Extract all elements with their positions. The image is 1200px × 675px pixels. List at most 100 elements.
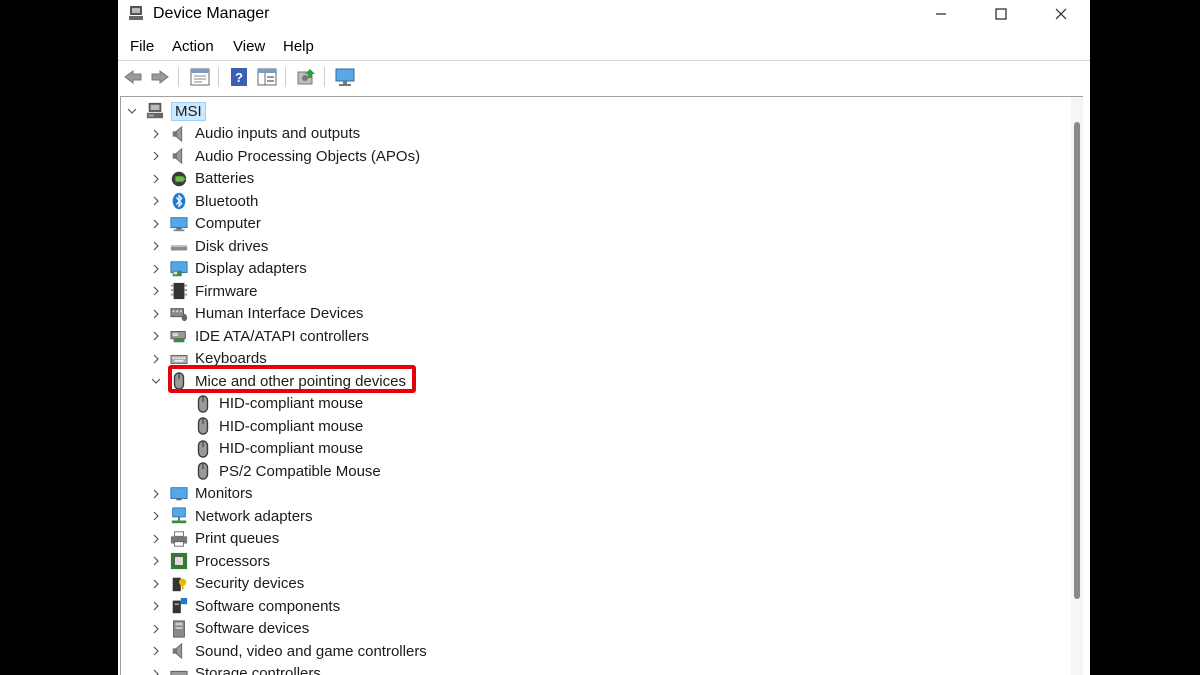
tree-category-batteries-label: Batteries — [195, 170, 255, 187]
tree-category-network-adapters-label: Network adapters — [195, 507, 313, 525]
tree-category-sound-video-and-game-controllers[interactable]: Sound, video and game controllers — [149, 640, 427, 662]
properties-button[interactable] — [189, 66, 211, 88]
chevron-right-icon[interactable] — [149, 577, 163, 591]
chevron-right-icon[interactable] — [149, 172, 163, 186]
chevron-right-icon[interactable] — [149, 329, 163, 343]
chevron-right-icon[interactable] — [149, 262, 163, 276]
minimize-button[interactable] — [918, 0, 964, 28]
tree-category-software-components[interactable]: Software components — [149, 595, 340, 617]
tree-category-monitors[interactable]: Monitors — [149, 483, 253, 505]
chevron-down-icon[interactable] — [149, 374, 163, 388]
tree-device-item[interactable]: HID-compliant mouse — [173, 438, 363, 460]
forward-button[interactable] — [149, 66, 171, 88]
chevron-right-icon[interactable] — [149, 599, 163, 613]
hid-icon — [169, 304, 189, 324]
tree-category-ide-ata-atapi-controllers[interactable]: IDE ATA/ATAPI controllers — [149, 325, 369, 347]
tree-category-storage-controllers[interactable]: Storage controllers — [149, 663, 321, 675]
mouse-icon — [193, 461, 213, 481]
device-manager-app-icon — [129, 6, 143, 20]
menu-action[interactable]: Action — [172, 38, 214, 55]
tree-category-human-interface-devices[interactable]: Human Interface Devices — [149, 303, 363, 325]
tree-category-software-devices[interactable]: Software devices — [149, 618, 309, 640]
tree-category-disk-drives[interactable]: Disk drives — [149, 235, 268, 257]
storage-controller-icon — [169, 664, 189, 675]
maximize-icon — [995, 8, 1007, 20]
mouse-icon — [193, 394, 213, 414]
tree-category-processors[interactable]: Processors — [149, 550, 270, 572]
mouse-icon — [193, 416, 213, 436]
chevron-right-icon[interactable] — [149, 644, 163, 658]
toolbar: ? — [118, 60, 1090, 93]
menu-bar: File Action View Help — [118, 34, 1090, 58]
chevron-right-icon[interactable] — [149, 532, 163, 546]
menu-file[interactable]: File — [130, 38, 154, 55]
tree-category-audio-processing-objects-apos[interactable]: Audio Processing Objects (APOs) — [149, 145, 420, 167]
device-manager-window: Device Manager File Action View Help ? M… — [118, 0, 1090, 675]
close-button[interactable] — [1038, 0, 1084, 28]
chevron-right-icon[interactable] — [149, 307, 163, 321]
speaker-icon — [169, 146, 189, 166]
chevron-right-icon[interactable] — [149, 509, 163, 523]
vertical-scrollbar[interactable] — [1071, 97, 1083, 675]
chevron-right-icon[interactable] — [149, 284, 163, 298]
forward-icon — [151, 70, 169, 84]
tree-root-msi-label: MSI — [171, 101, 206, 121]
svg-text:?: ? — [235, 70, 243, 85]
back-button[interactable] — [122, 66, 144, 88]
properties-icon — [190, 68, 210, 86]
scrollbar-thumb[interactable] — [1074, 122, 1080, 599]
menu-help[interactable]: Help — [283, 38, 314, 55]
tree-category-display-adapters-label: Display adapters — [195, 260, 307, 277]
tree-category-print-queues-label: Print queues — [195, 530, 280, 547]
speaker-icon — [169, 124, 189, 144]
back-icon — [124, 70, 142, 84]
tree-category-display-adapters[interactable]: Display adapters — [149, 258, 307, 280]
chevron-right-icon[interactable] — [149, 622, 163, 636]
tree-category-bluetooth[interactable]: Bluetooth — [149, 190, 258, 212]
update-driver-icon — [297, 69, 315, 85]
tree-category-computer[interactable]: Computer — [149, 213, 261, 235]
show-hide-console-tree-button[interactable] — [256, 66, 278, 88]
tree-category-security-devices-label: Security devices — [195, 575, 305, 592]
chevron-right-icon[interactable] — [149, 554, 163, 568]
firmware-icon — [169, 281, 189, 301]
tree-category-batteries[interactable]: Batteries — [149, 168, 254, 190]
chevron-right-icon[interactable] — [149, 487, 163, 501]
device-tree-panel: MSI Audio inputs and outputs Audio Process… — [120, 96, 1083, 675]
tree-device-item[interactable]: HID-compliant mouse — [173, 415, 363, 437]
tree-root-msi[interactable]: MSI — [125, 100, 206, 122]
tree-category-firmware[interactable]: Firmware — [149, 280, 258, 302]
chevron-right-icon[interactable] — [149, 217, 163, 231]
tree-device-item[interactable]: PS/2 Compatible Mouse — [173, 460, 381, 482]
ide-controller-icon — [169, 326, 189, 346]
chevron-right-icon[interactable] — [149, 667, 163, 675]
mouse-icon — [193, 439, 213, 459]
tree-category-print-queues[interactable]: Print queues — [149, 528, 279, 550]
show-hide-console-tree-icon — [257, 68, 277, 86]
chevron-right-icon[interactable] — [149, 239, 163, 253]
tree-category-security-devices[interactable]: Security devices — [149, 573, 304, 595]
minimize-icon — [936, 13, 946, 15]
tree-device-item[interactable]: HID-compliant mouse — [173, 393, 363, 415]
menu-view[interactable]: View — [233, 38, 265, 55]
help-button[interactable]: ? — [228, 66, 250, 88]
monitor-icon — [169, 484, 189, 504]
maximize-button[interactable] — [978, 0, 1024, 28]
chevron-right-icon[interactable] — [149, 352, 163, 366]
tree-category-audio-inputs-and-outputs[interactable]: Audio inputs and outputs — [149, 123, 360, 145]
scan-hardware-button[interactable] — [334, 66, 356, 88]
tree-category-processors-label: Processors — [195, 552, 271, 570]
chevron-down-icon[interactable] — [125, 104, 139, 118]
chevron-right-icon[interactable] — [149, 149, 163, 163]
update-driver-button[interactable] — [295, 66, 317, 88]
window-title: Device Manager — [153, 5, 270, 22]
tree-device-item-label: HID-compliant mouse — [219, 395, 364, 412]
tree-category-human-interface-devices-label: Human Interface Devices — [195, 305, 364, 322]
chevron-right-icon[interactable] — [149, 127, 163, 141]
tree-category-audio-inputs-and-outputs-label: Audio inputs and outputs — [195, 125, 361, 142]
tree-category-network-adapters[interactable]: Network adapters — [149, 505, 313, 527]
chevron-right-icon[interactable] — [149, 194, 163, 208]
